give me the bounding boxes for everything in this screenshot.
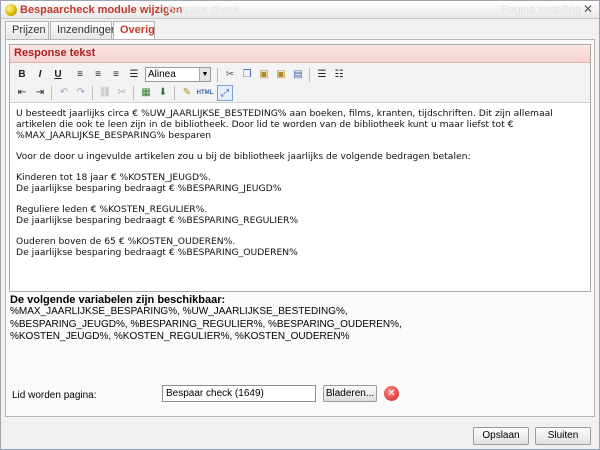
tab-content: Response tekst B I U ≡ ≡ ≡ ☰ Alinea ▼ ✂ … bbox=[5, 39, 595, 417]
toolbar-divider bbox=[174, 86, 175, 100]
dialog-window: Bespaarcheck module wijzigen Bespaar che… bbox=[0, 0, 600, 450]
response-text-editor[interactable]: U besteedt jaarlijks circa € %UW_JAARLIJ… bbox=[10, 104, 590, 291]
numbered-list-icon[interactable]: ☷ bbox=[331, 67, 347, 83]
format-select-value: Alinea bbox=[148, 69, 176, 80]
clear-icon[interactable]: ✕ bbox=[384, 386, 399, 401]
toolbar-divider bbox=[51, 86, 52, 100]
bold-button[interactable]: B bbox=[14, 67, 30, 83]
variables-heading: De volgende variabelen zijn beschikbaar: bbox=[10, 294, 226, 306]
window-title: Bespaarcheck module wijzigen bbox=[20, 4, 183, 16]
variables-list: %MAX_JAARLIJKSE_BESPARING%, %UW_JAARLIJK… bbox=[10, 306, 580, 344]
align-left-icon[interactable]: ≡ bbox=[72, 67, 88, 83]
copy-icon[interactable]: ❐ bbox=[239, 67, 255, 83]
editor-paragraph: Voor de door u ingevulde artikelen zou u… bbox=[16, 151, 471, 162]
insert-image-icon[interactable]: ▦ bbox=[138, 85, 154, 101]
member-page-label: Lid worden pagina: bbox=[12, 390, 97, 401]
align-center-icon[interactable]: ≡ bbox=[90, 67, 106, 83]
editor-line: De jaarlijkse besparing bedraagt € %BESP… bbox=[16, 183, 282, 194]
editor-paragraph: U besteedt jaarlijks circa € %UW_JAARLIJ… bbox=[16, 108, 553, 141]
variables-line: %KOSTEN_JEUGD%, %KOSTEN_REGULIER%, %KOST… bbox=[10, 331, 350, 342]
variables-line: %BESPARING_JEUGD%, %BESPARING_REGULIER%,… bbox=[10, 318, 402, 330]
section-title: Response tekst bbox=[10, 45, 590, 63]
background-window-subtitle: Pagina instelling bbox=[501, 4, 582, 16]
member-page-input[interactable]: Bespaar check (1649) bbox=[162, 385, 316, 402]
close-icon[interactable]: ✕ bbox=[582, 3, 594, 15]
toolbar-divider bbox=[217, 68, 218, 82]
toolbar-divider bbox=[92, 86, 93, 100]
paste-word-icon[interactable]: ▤ bbox=[290, 67, 306, 83]
paste-icon[interactable]: ▣ bbox=[256, 67, 272, 83]
editor-line: Reguliere leden € %KOSTEN_REGULIER%. bbox=[16, 204, 208, 215]
undo-icon[interactable]: ↶ bbox=[56, 85, 72, 101]
tab-prijzen[interactable]: Prijzen bbox=[5, 21, 49, 39]
close-button[interactable]: Sluiten bbox=[535, 427, 591, 445]
browse-button[interactable]: Bladeren... bbox=[323, 385, 377, 402]
insert-media-icon[interactable]: ⬇ bbox=[155, 85, 171, 101]
bullet-list-icon[interactable]: ☰ bbox=[314, 67, 330, 83]
align-right-icon[interactable]: ≡ bbox=[108, 67, 124, 83]
chevron-down-icon: ▼ bbox=[199, 68, 210, 81]
editor-paragraph: Ouderen boven de 65 € %KOSTEN_OUDEREN%. … bbox=[16, 236, 584, 258]
link-icon[interactable]: ⛓ bbox=[97, 85, 113, 101]
tab-overig[interactable]: Overig bbox=[113, 21, 155, 40]
tab-inzendingen[interactable]: Inzendingen bbox=[50, 21, 117, 39]
indent-icon[interactable]: ⇥ bbox=[32, 85, 48, 101]
toolbar-divider bbox=[309, 68, 310, 82]
underline-button[interactable]: U bbox=[50, 67, 66, 83]
fullscreen-icon[interactable]: ⤢ bbox=[217, 85, 233, 101]
editor-line: De jaarlijkse besparing bedraagt € %BESP… bbox=[16, 215, 299, 226]
editor-toolbar: B I U ≡ ≡ ≡ ☰ Alinea ▼ ✂ ❐ ▣ ▣ ▤ ☰ ☷ ⇤ ⇥… bbox=[10, 63, 590, 103]
outdent-icon[interactable]: ⇤ bbox=[14, 85, 30, 101]
editor-paragraph: Kinderen tot 18 jaar € %KOSTEN_JEUGD%. D… bbox=[16, 172, 584, 194]
paste-text-icon[interactable]: ▣ bbox=[273, 67, 289, 83]
editor-line: Kinderen tot 18 jaar € %KOSTEN_JEUGD%. bbox=[16, 172, 211, 183]
format-select[interactable]: Alinea ▼ bbox=[145, 67, 211, 82]
align-justify-icon[interactable]: ☰ bbox=[126, 67, 142, 83]
app-logo-icon bbox=[5, 4, 17, 16]
italic-button[interactable]: I bbox=[32, 67, 48, 83]
unlink-icon[interactable]: ✂ bbox=[114, 85, 130, 101]
editor-line: Ouderen boven de 65 € %KOSTEN_OUDEREN%. bbox=[16, 236, 236, 247]
html-source-button[interactable]: HTML bbox=[195, 85, 215, 101]
save-button[interactable]: Opslaan bbox=[473, 427, 529, 445]
cleanup-icon[interactable]: ✎ bbox=[179, 85, 195, 101]
title-bar[interactable]: Bespaarcheck module wijzigen Bespaar che… bbox=[1, 1, 599, 19]
background-window-title: Bespaar check bbox=[167, 4, 240, 16]
editor-paragraph: Reguliere leden € %KOSTEN_REGULIER%. De … bbox=[16, 204, 584, 226]
toolbar-divider bbox=[133, 86, 134, 100]
editor-line: De jaarlijkse besparing bedraagt € %BESP… bbox=[16, 247, 298, 258]
response-text-section: Response tekst B I U ≡ ≡ ≡ ☰ Alinea ▼ ✂ … bbox=[9, 44, 591, 292]
variables-line: %MAX_JAARLIJKSE_BESPARING%, %UW_JAARLIJK… bbox=[10, 306, 348, 317]
cut-icon[interactable]: ✂ bbox=[222, 67, 238, 83]
redo-icon[interactable]: ↷ bbox=[73, 85, 89, 101]
